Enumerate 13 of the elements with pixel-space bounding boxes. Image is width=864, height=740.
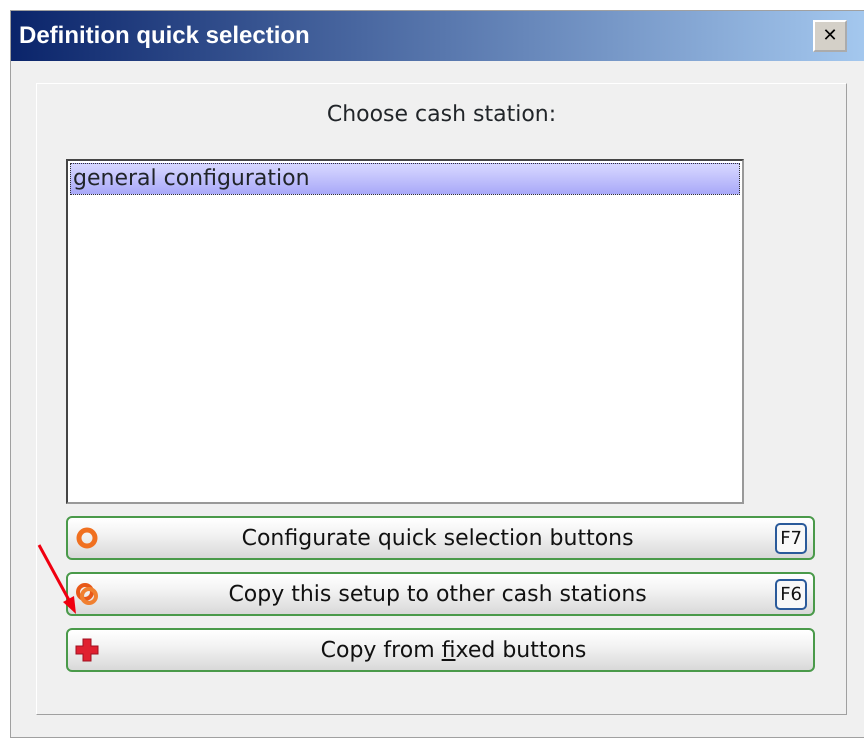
- prompt-label: Choose cash station:: [326, 101, 558, 129]
- action-button[interactable]: Configurate quick selection buttons F7: [66, 516, 815, 560]
- shortcut-key: F7: [775, 522, 807, 554]
- action-button[interactable]: Copy from fixed buttons: [66, 628, 815, 672]
- rings-icon: [74, 581, 100, 607]
- action-button[interactable]: Copy this setup to other cash stations F6: [66, 572, 815, 616]
- window-title: Definition quick selection: [19, 21, 310, 51]
- close-button[interactable]: ✕: [813, 20, 847, 52]
- ring-icon: [74, 525, 100, 551]
- list-item[interactable]: general configuration: [70, 163, 740, 195]
- shortcut-key: F6: [775, 578, 807, 610]
- annotation-arrow: [38, 544, 76, 614]
- plus-icon: [74, 637, 100, 663]
